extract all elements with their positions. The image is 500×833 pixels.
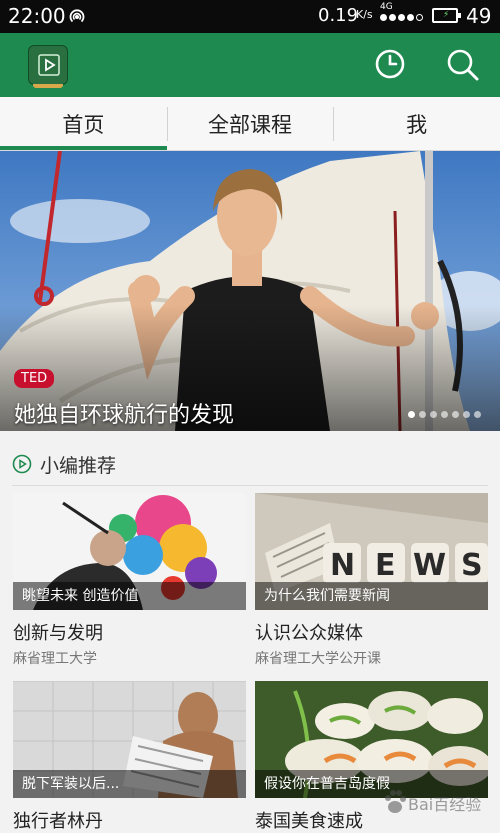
- carousel-dot[interactable]: [474, 411, 481, 418]
- watermark-text: Bai百经验: [408, 795, 482, 814]
- play-circle-icon: [12, 454, 32, 474]
- status-time: 22:00: [8, 4, 66, 28]
- carousel-dot[interactable]: [419, 411, 426, 418]
- course-thumbnail: 假设你在普吉岛度假: [255, 681, 488, 798]
- tab-all-courses[interactable]: 全部课程: [166, 97, 334, 150]
- battery-level: 49: [466, 4, 492, 28]
- card-title: 认识公众媒体: [255, 623, 363, 644]
- banner-title: 她独自环球航行的发现: [14, 403, 235, 428]
- signal-icon: [380, 14, 423, 21]
- card-title: 创新与发明: [13, 623, 103, 644]
- course-thumbnail: N E W S 为什么我们需要新闻: [255, 493, 488, 610]
- news-letter-s: S: [461, 548, 483, 583]
- news-letter-w: W: [413, 548, 446, 583]
- course-thumbnail: 眺望未来 创造价值: [13, 493, 246, 610]
- course-thumbnail: 脱下军装以后...: [13, 681, 246, 798]
- section-header: 小编推荐: [12, 444, 488, 486]
- net-speed: 0.19: [318, 5, 359, 26]
- carousel-dot[interactable]: [430, 411, 437, 418]
- course-card[interactable]: 眺望未来 创造价值 创新与发明 麻省理工大学: [13, 493, 246, 668]
- card-caption: 为什么我们需要新闻: [255, 582, 488, 610]
- carousel-dot[interactable]: [441, 411, 448, 418]
- section-title: 小编推荐: [40, 455, 117, 477]
- carousel-indicator[interactable]: [408, 411, 481, 418]
- paw-icon: [385, 790, 406, 813]
- tab-bar: 首页 全部课程 我: [0, 97, 500, 151]
- card-caption: 脱下军装以后...: [13, 770, 246, 798]
- hotspot-icon: [69, 9, 85, 23]
- banner-tag: TED: [14, 369, 55, 388]
- carousel-dot[interactable]: [452, 411, 459, 418]
- course-card[interactable]: 脱下军装以后... 独行者林丹: [13, 681, 246, 833]
- search-icon[interactable]: [446, 48, 480, 82]
- card-title: 独行者林丹: [13, 811, 103, 832]
- tab-home[interactable]: 首页: [0, 97, 167, 150]
- tab-me[interactable]: 我: [333, 97, 500, 150]
- play-book-icon[interactable]: [28, 45, 68, 88]
- net-unit: K/s: [356, 8, 373, 21]
- status-bar: 22:00 0.19 K/s 4G ⚡ 49: [0, 0, 500, 33]
- news-letter-n: N: [330, 548, 355, 583]
- watermark: Bai百经验: [382, 785, 492, 825]
- card-subtitle: 麻省理工大学公开课: [255, 651, 381, 667]
- news-letter-e: E: [375, 548, 396, 583]
- battery-icon: ⚡: [432, 8, 461, 23]
- banner-carousel[interactable]: TED 她独自环球航行的发现: [0, 151, 500, 431]
- app-root: 22:00 0.19 K/s 4G ⚡ 49 首页 全部课程 我 TED 她独自…: [0, 0, 500, 833]
- banner-image: [0, 151, 500, 431]
- clock-icon[interactable]: [374, 48, 406, 80]
- app-bar: [0, 33, 500, 97]
- net-type: 4G: [380, 2, 393, 12]
- card-subtitle: 麻省理工大学: [13, 651, 97, 667]
- carousel-dot[interactable]: [408, 411, 415, 418]
- course-card[interactable]: N E W S 为什么我们需要新闻 认识公众媒体 麻省理工大学公开课: [255, 493, 488, 668]
- carousel-dot[interactable]: [463, 411, 470, 418]
- card-caption: 眺望未来 创造价值: [13, 582, 246, 610]
